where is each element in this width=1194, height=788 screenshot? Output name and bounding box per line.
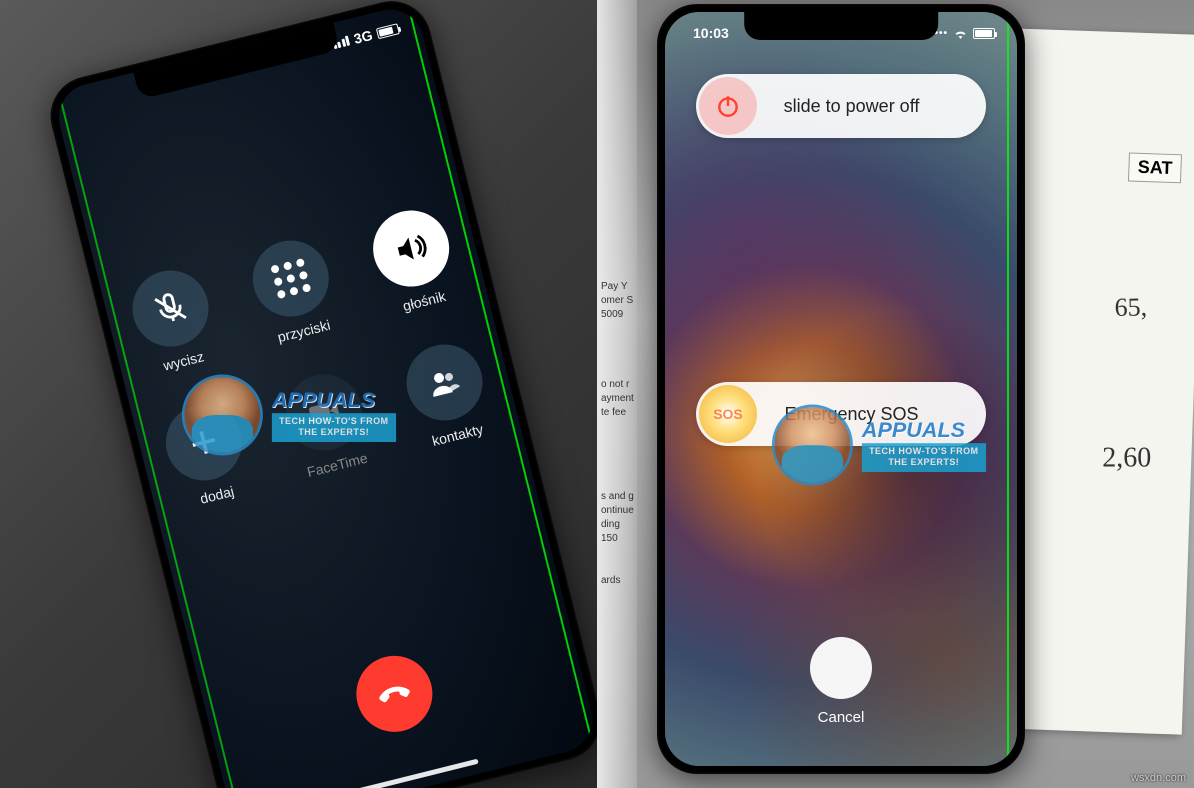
battery-icon xyxy=(375,23,399,39)
watermark-brand: APPUALS xyxy=(862,418,986,443)
power-off-screen: 10:03 •••• slide to power off xyxy=(665,12,1017,766)
power-icon xyxy=(715,93,741,119)
call-controls-grid: wycisz przyciski xyxy=(114,200,510,534)
contacts-icon xyxy=(423,362,464,403)
cancel-label: Cancel xyxy=(818,709,865,726)
watermark-avatar-icon xyxy=(772,405,853,486)
keypad-button[interactable]: przyciski xyxy=(235,230,357,370)
cancel-area: Cancel xyxy=(810,637,872,726)
mute-label: wycisz xyxy=(161,348,205,374)
contacts-button[interactable]: kontakty xyxy=(388,334,510,474)
right-photo-panel: Pay Y omer S 5009 o not r ayment te fee … xyxy=(597,0,1194,788)
cancel-button[interactable] xyxy=(810,637,872,699)
network-label: 3G xyxy=(352,27,374,47)
notch xyxy=(744,12,938,40)
add-label: dodaj xyxy=(198,483,235,507)
phone-hangup-icon xyxy=(372,672,416,716)
home-indicator[interactable] xyxy=(351,759,478,788)
speaker-button[interactable]: głośnik xyxy=(355,200,477,340)
mic-off-icon xyxy=(149,288,190,329)
keypad-icon xyxy=(270,258,311,299)
image-credit: wsxdn.com xyxy=(1131,772,1186,784)
end-call-button[interactable] xyxy=(348,648,440,740)
sos-knob[interactable]: SOS xyxy=(699,385,757,443)
power-knob[interactable] xyxy=(699,77,757,135)
watermark-tagline: TECH HOW-TO'S FROMTHE EXPERTS! xyxy=(862,443,986,472)
watermark-right: APPUALS TECH HOW-TO'S FROMTHE EXPERTS! xyxy=(772,405,986,486)
contacts-label: kontakty xyxy=(430,421,484,449)
watermark-left: APPUALS TECH HOW-TO'S FROMTHE EXPERTS! xyxy=(182,375,396,456)
keypad-label: przyciski xyxy=(275,317,331,346)
watermark-brand: APPUALS xyxy=(272,388,396,413)
clock: 10:03 xyxy=(681,25,729,41)
paper-day-header: SAT xyxy=(1128,152,1182,183)
watermark-tagline: TECH HOW-TO'S FROMTHE EXPERTS! xyxy=(272,413,396,442)
wifi-icon xyxy=(953,28,968,39)
speaker-icon xyxy=(390,228,431,269)
speaker-label: głośnik xyxy=(401,288,447,314)
handwriting-2: 2,60 xyxy=(1102,443,1151,475)
watermark-avatar-icon xyxy=(182,375,263,456)
power-slider-text: slide to power off xyxy=(757,96,986,117)
paper-strip-left: Pay Y omer S 5009 o not r ayment te fee … xyxy=(597,0,637,788)
iphone-device-right: 10:03 •••• slide to power off xyxy=(657,4,1025,774)
green-line-defect xyxy=(1007,12,1009,766)
battery-icon xyxy=(973,28,995,39)
sos-knob-label: SOS xyxy=(713,406,743,422)
slide-to-power-off[interactable]: slide to power off xyxy=(696,74,986,138)
handwriting-1: 65, xyxy=(1114,292,1147,323)
